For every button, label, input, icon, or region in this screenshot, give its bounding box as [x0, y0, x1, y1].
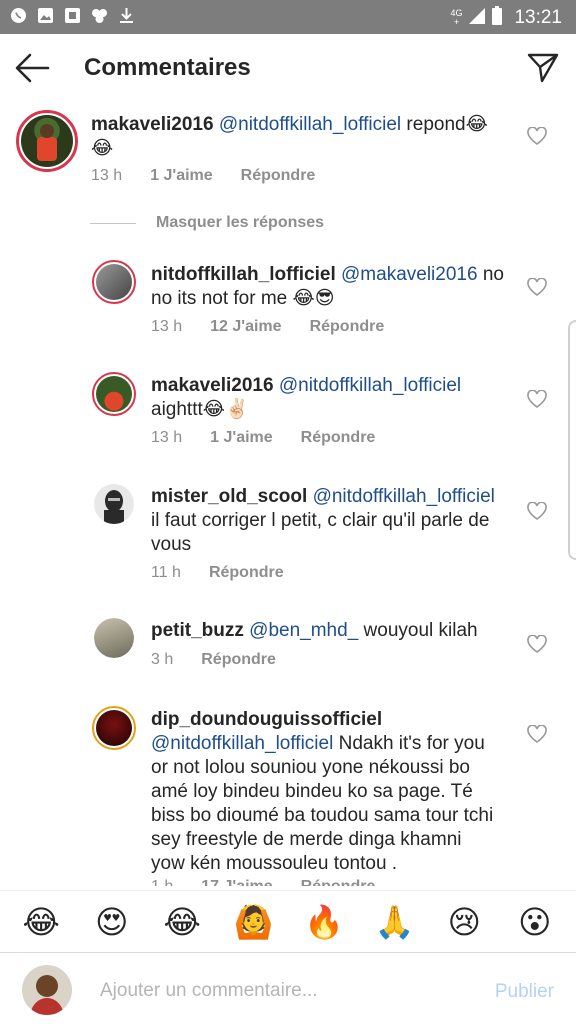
comment-text-line7: yow kén moussouleu tontou .	[151, 853, 398, 874]
comment-text-line2: 😂	[91, 138, 114, 159]
reply-comment: petit_buzz @ben_mhd_ wouyoul kilah 3 h R…	[0, 610, 576, 690]
comment-likes[interactable]: 1 J'aime	[210, 429, 273, 447]
divider	[90, 222, 136, 224]
emoji-button[interactable]: 😂	[163, 903, 201, 941]
header: Commentaires	[0, 34, 576, 100]
comment-time: 11 h	[151, 564, 181, 581]
emoji-quick-bar: 😂 😍 😂 🙆 🔥 🙏 😢 😮	[0, 890, 576, 952]
emoji-button[interactable]: 🙆	[234, 903, 274, 941]
comment-username[interactable]: makaveli2016	[151, 375, 274, 396]
comment-mention[interactable]: @nitdoffkillah_lofficiel	[151, 733, 333, 754]
comment-mention[interactable]: @nitdoffkillah_lofficiel	[313, 486, 495, 507]
comment-text-line6: sey freestyle de merde dinga khamni	[151, 829, 462, 850]
clock: 13:21	[514, 7, 562, 28]
paper-plane-icon	[527, 53, 559, 83]
comment-list[interactable]: makaveli2016 @nitdoffkillah_lofficiel re…	[0, 100, 576, 886]
comment-text: no	[477, 264, 504, 285]
emoji-button[interactable]: 😮	[516, 903, 554, 941]
like-heart-icon[interactable]	[527, 502, 547, 520]
comment-username[interactable]: nitdoffkillah_lofficiel	[151, 264, 336, 285]
comment-text: repond😂	[401, 114, 488, 135]
comment-text-line4: amé loy bindeu bindeu ko sa page. Té	[151, 781, 473, 802]
comment-mention[interactable]: @makaveli2016	[341, 264, 478, 285]
comment-time: 13 h	[151, 429, 183, 446]
hide-replies-label: Masquer les réponses	[156, 214, 325, 231]
app-icon	[64, 7, 81, 24]
reply-button[interactable]: Répondre	[209, 564, 284, 582]
page-title: Commentaires	[84, 54, 251, 81]
comment-text-line3: or not lolou souniou yone nékoussi bo	[151, 757, 471, 778]
reply-button[interactable]: Répondre	[201, 651, 276, 669]
comment-text-line2: il faut corriger l petit, c clair qu'il …	[151, 510, 490, 531]
reply-comment: nitdoffkillah_lofficiel @makaveli2016 no…	[0, 250, 576, 350]
like-heart-icon[interactable]	[527, 127, 547, 145]
share-button[interactable]	[526, 50, 560, 84]
flower-icon	[91, 7, 108, 24]
back-button[interactable]	[14, 51, 50, 85]
hide-replies-toggle[interactable]: Masquer les réponses	[90, 214, 324, 232]
comment-likes[interactable]: 17 J'aime	[201, 878, 272, 886]
avatar[interactable]	[92, 372, 136, 416]
download-icon	[118, 7, 135, 24]
like-heart-icon[interactable]	[527, 390, 547, 408]
scrollbar[interactable]	[568, 320, 576, 560]
comment-text: wouyoul kilah	[358, 620, 478, 641]
comment: makaveli2016 @nitdoffkillah_lofficiel re…	[0, 100, 576, 200]
comment-text-line2: Ndakh it's for you	[333, 733, 485, 754]
comment-username[interactable]: makaveli2016	[91, 114, 214, 135]
signal-icon	[468, 7, 486, 30]
gallery-icon	[37, 7, 54, 24]
like-heart-icon[interactable]	[527, 635, 547, 653]
reply-button[interactable]: Répondre	[301, 878, 376, 886]
emoji-button[interactable]: 😍	[93, 903, 131, 941]
comment-mention[interactable]: @nitdoffkillah_lofficiel	[279, 375, 461, 396]
comment-text-line2: no its not for me 😂😎	[151, 288, 335, 309]
reply-button[interactable]: Répondre	[310, 318, 385, 336]
battery-icon	[492, 6, 503, 30]
comment-likes[interactable]: 1 J'aime	[150, 167, 213, 185]
avatar[interactable]	[94, 618, 134, 658]
emoji-button[interactable]: 😢	[445, 903, 483, 941]
comment-username[interactable]: mister_old_scool	[151, 486, 307, 507]
reply-comment: mister_old_scool @nitdoffkillah_lofficie…	[0, 474, 576, 594]
comment-text-line5: biss bo dioumé ba toudou sama tour tchi	[151, 805, 494, 826]
my-avatar	[22, 965, 72, 1015]
comment-time: 13 h	[91, 167, 123, 184]
comment-likes[interactable]: 12 J'aime	[210, 318, 281, 336]
avatar[interactable]	[16, 110, 78, 172]
emoji-button[interactable]: 🔥	[304, 903, 344, 941]
comment-time: 1 h	[151, 878, 173, 886]
reply-comment: makaveli2016 @nitdoffkillah_lofficiel ai…	[0, 362, 576, 462]
reply-button[interactable]: Répondre	[241, 167, 316, 185]
comment-mention[interactable]: @nitdoffkillah_lofficiel	[219, 114, 401, 135]
emoji-button[interactable]: 🙏	[375, 903, 415, 941]
avatar[interactable]	[94, 484, 134, 524]
publish-button[interactable]: Publier	[495, 981, 554, 1003]
like-heart-icon[interactable]	[527, 725, 547, 743]
whatsapp-icon	[10, 7, 27, 24]
avatar[interactable]	[92, 260, 136, 304]
status-bar: 4G + 13:21	[0, 0, 576, 34]
emoji-button[interactable]: 😂	[22, 903, 60, 941]
comment-username[interactable]: petit_buzz	[151, 620, 244, 641]
arrow-left-icon	[15, 53, 50, 83]
reply-button[interactable]: Répondre	[301, 429, 376, 447]
comment-mention[interactable]: @ben_mhd_	[249, 620, 358, 641]
comment-text-line2: aighttt😂✌🏻	[151, 399, 249, 420]
network-indicator: 4G +	[450, 8, 463, 27]
comment-input[interactable]	[100, 977, 460, 1005]
comment-time: 13 h	[151, 318, 183, 335]
comment-username[interactable]: dip_doundouguissofficiel	[151, 709, 382, 730]
like-heart-icon[interactable]	[527, 278, 547, 296]
reply-comment: dip_doundouguissofficiel @nitdoffkillah_…	[0, 698, 576, 886]
comment-text-line3: vous	[151, 534, 192, 555]
avatar[interactable]	[92, 706, 136, 750]
comment-composer: Publier	[0, 952, 576, 1024]
comment-time: 3 h	[151, 651, 174, 668]
